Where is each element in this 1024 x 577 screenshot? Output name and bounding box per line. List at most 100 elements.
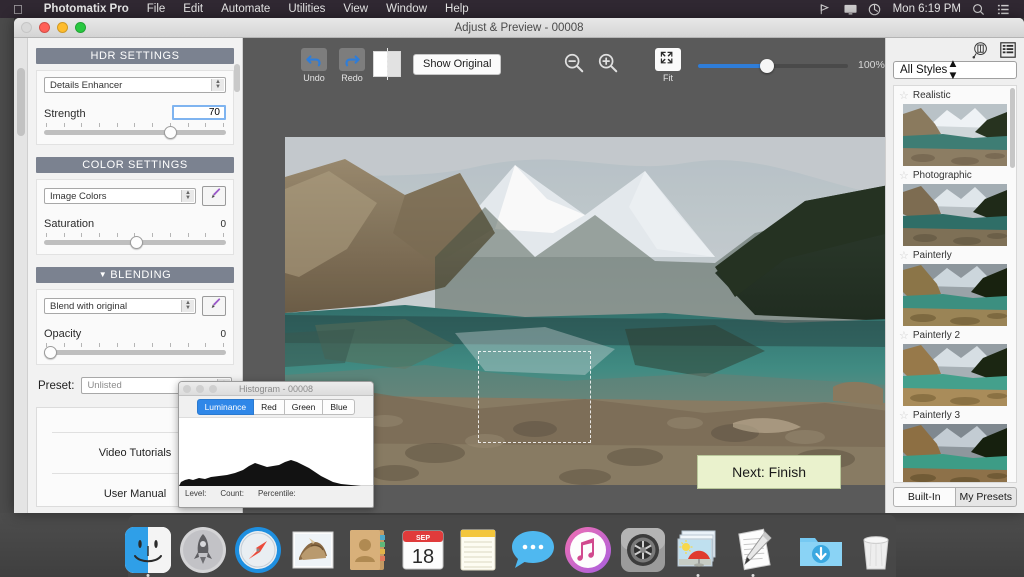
hdr-method-select[interactable]: Details Enhancer ▲ ▼: [44, 77, 226, 93]
blending-header[interactable]: ▼ BLENDING: [36, 267, 234, 283]
star-icon[interactable]: ☆: [899, 409, 909, 422]
tab-built-in[interactable]: Built-In: [893, 487, 956, 507]
histogram-plot[interactable]: [179, 417, 373, 486]
user-manual-link[interactable]: User Manual: [104, 488, 166, 500]
tab-my-presets[interactable]: My Presets: [955, 487, 1017, 507]
undo-button[interactable]: Undo: [301, 48, 327, 83]
undo-label: Undo: [303, 73, 325, 83]
styles-filter-select[interactable]: All Styles ▲ ▼: [893, 58, 1017, 82]
finder-icon[interactable]: [124, 526, 172, 577]
split-view-icon[interactable]: [373, 48, 401, 80]
video-tutorials-link[interactable]: Video Tutorials: [99, 447, 172, 459]
star-icon[interactable]: ☆: [899, 169, 909, 182]
notification-center-icon[interactable]: [997, 3, 1011, 16]
calendar-icon[interactable]: SEP 18: [399, 526, 447, 574]
preview-image[interactable]: [285, 137, 889, 485]
preset-thumbnail[interactable]: [903, 344, 1007, 406]
star-icon[interactable]: ☆: [899, 329, 909, 342]
preset-name-row: ☆ Painterly 3: [894, 408, 1016, 424]
contacts-icon[interactable]: [344, 526, 392, 574]
opacity-value[interactable]: 0: [220, 329, 226, 340]
textedit-icon[interactable]: [729, 526, 777, 577]
menu-item-view[interactable]: View: [334, 3, 377, 15]
itunes-icon[interactable]: [564, 526, 612, 574]
safari-icon[interactable]: [234, 526, 282, 574]
menu-item-help[interactable]: Help: [436, 3, 478, 15]
list-view-icon[interactable]: [998, 41, 1017, 59]
menu-item-edit[interactable]: Edit: [174, 3, 212, 15]
chevron-updown-icon: ▲▼: [181, 190, 194, 202]
preset-thumbnail[interactable]: [903, 264, 1007, 326]
menu-item-window[interactable]: Window: [377, 3, 436, 15]
opacity-slider[interactable]: [44, 346, 226, 359]
list-item[interactable]: ☆ Photographic: [894, 166, 1016, 246]
compare-view-icon[interactable]: [971, 41, 990, 59]
zoom-in-button[interactable]: [597, 52, 619, 76]
blend-brush-button[interactable]: [202, 296, 226, 316]
next-finish-button[interactable]: Next: Finish: [697, 455, 841, 489]
list-item[interactable]: ☆ Painterly: [894, 246, 1016, 326]
downloads-folder-icon[interactable]: [797, 526, 845, 574]
list-item[interactable]: ☆ Realistic: [894, 86, 1016, 166]
preset-thumbnail[interactable]: [903, 424, 1007, 482]
crop-selection[interactable]: [478, 351, 591, 443]
color-settings-header[interactable]: COLOR SETTINGS: [36, 157, 234, 173]
preset-thumbnail[interactable]: [903, 184, 1007, 246]
star-icon[interactable]: ☆: [899, 249, 909, 262]
fit-button[interactable]: Fit: [655, 48, 681, 83]
zoom-slider[interactable]: [698, 59, 848, 73]
saturation-value[interactable]: 0: [220, 219, 226, 230]
styles-filter-value: All Styles: [900, 64, 948, 76]
color-brush-button[interactable]: [202, 186, 226, 206]
vpn-icon[interactable]: [868, 3, 882, 16]
star-icon[interactable]: ☆: [899, 89, 909, 102]
preset-thumbnail[interactable]: [903, 104, 1007, 166]
show-original-button[interactable]: Show Original: [413, 54, 502, 75]
menu-item-utilities[interactable]: Utilities: [279, 3, 334, 15]
display-icon[interactable]: [843, 3, 857, 16]
redo-button[interactable]: Redo: [339, 48, 365, 83]
strength-slider[interactable]: [44, 126, 226, 139]
notes-icon[interactable]: [454, 526, 502, 574]
menu-item-automate[interactable]: Automate: [212, 3, 279, 15]
color-mode-select[interactable]: Image Colors ▲ ▼: [44, 188, 196, 204]
search-icon[interactable]: [972, 3, 986, 16]
opacity-slider-knob[interactable]: [44, 346, 57, 359]
hdr-settings-header[interactable]: HDR SETTINGS: [36, 48, 234, 64]
window-titlebar[interactable]: Adjust & Preview - 00008: [14, 18, 1024, 38]
list-item[interactable]: ☆ Painterly 3: [894, 406, 1016, 482]
blend-mode-select[interactable]: Blend with original ▲ ▼: [44, 298, 196, 314]
presets-list[interactable]: ☆ Realistic ☆ Photographic ☆ Painterly ☆…: [893, 85, 1017, 483]
settings-scrollbar-thumb[interactable]: [17, 68, 25, 136]
settings-scrollbar[interactable]: [14, 38, 28, 513]
menu-clock[interactable]: Mon 6:19 PM: [893, 3, 961, 15]
redo-arrow-icon: [339, 48, 365, 71]
launchpad-icon[interactable]: [179, 526, 227, 574]
saturation-slider[interactable]: [44, 236, 226, 249]
tab-blue[interactable]: Blue: [323, 399, 356, 415]
histogram-level-label: Level:: [185, 489, 207, 498]
messages-icon[interactable]: [509, 526, 557, 574]
trash-icon[interactable]: [852, 526, 900, 574]
histogram-titlebar[interactable]: Histogram - 00008: [179, 382, 373, 396]
mail-icon[interactable]: [289, 526, 337, 574]
tab-green[interactable]: Green: [284, 399, 324, 415]
histogram-count-label: Count:: [220, 489, 244, 498]
saturation-slider-knob[interactable]: [129, 236, 143, 249]
tab-luminance[interactable]: Luminance: [196, 399, 255, 415]
zoom-slider-knob[interactable]: [760, 59, 774, 73]
presets-list-scrollbar[interactable]: [1010, 88, 1015, 168]
menu-item-file[interactable]: File: [138, 3, 175, 15]
zoom-out-button[interactable]: [563, 52, 585, 76]
strength-slider-knob[interactable]: [164, 126, 178, 139]
list-item[interactable]: ☆ Painterly 2: [894, 326, 1016, 406]
system-preferences-icon[interactable]: [619, 526, 667, 574]
photomatix-icon[interactable]: [674, 526, 722, 577]
preset-label: Painterly 2: [912, 330, 961, 341]
tab-red[interactable]: Red: [254, 399, 285, 415]
airplay-icon[interactable]: [818, 3, 832, 16]
apple-logo-icon[interactable]: : [13, 3, 23, 16]
strength-value-input[interactable]: 70: [172, 105, 226, 120]
color-group-scrollbar[interactable]: [234, 68, 240, 92]
menu-app-name[interactable]: Photomatix Pro: [35, 3, 138, 15]
